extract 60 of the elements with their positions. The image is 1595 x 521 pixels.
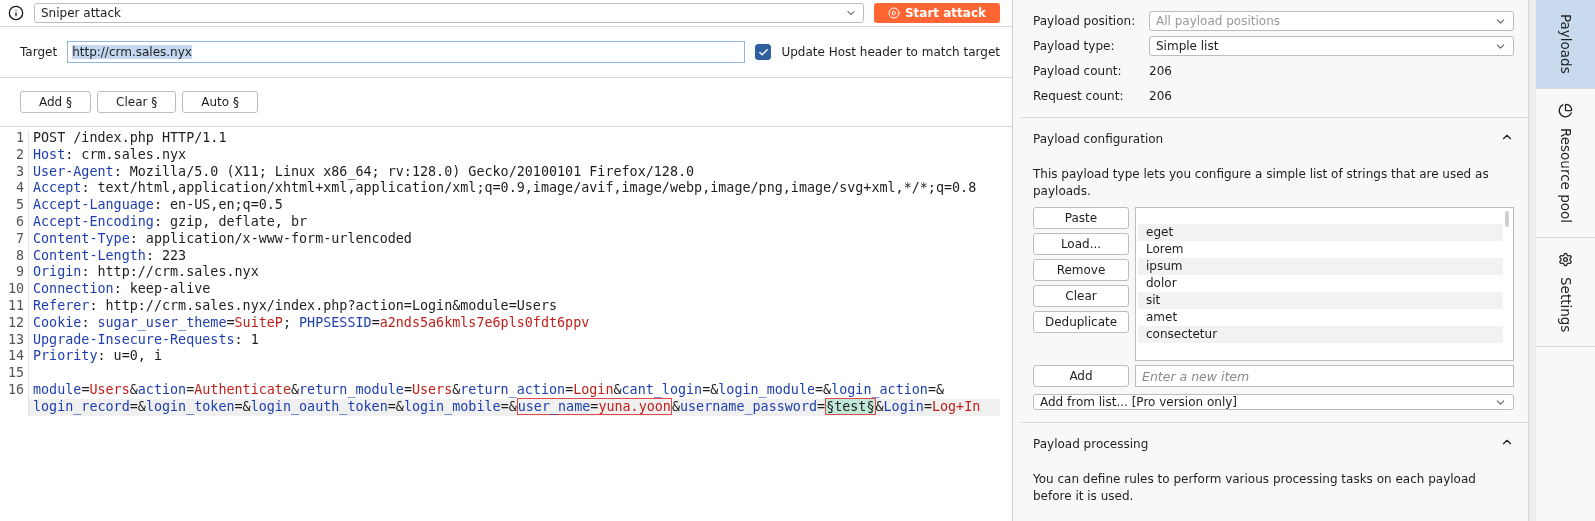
request-line-text: Upgrade-Insecure-Requests: 1 bbox=[32, 331, 259, 349]
update-host-label: Update Host header to match target bbox=[781, 45, 1000, 59]
section-title: Payload processing bbox=[1033, 436, 1149, 451]
scroll-thumb[interactable] bbox=[1505, 211, 1509, 227]
section-title: Payload configuration bbox=[1033, 131, 1164, 146]
field-label: Payload position: bbox=[1033, 14, 1137, 28]
request-line-text: Priority: u=0, i bbox=[32, 348, 162, 366]
scrollbar[interactable] bbox=[1529, 0, 1536, 521]
add-from-list-dropdown[interactable]: Add from list... [Pro version only] bbox=[1033, 394, 1514, 410]
request-line-text: Content-Type: application/x-www-form-urlencoded bbox=[32, 230, 412, 248]
target-label: Target bbox=[20, 45, 58, 59]
target-field[interactable]: http://crm.sales.nyx bbox=[67, 41, 746, 63]
request-line-text: Accept-Language: en-US,en;q=0.5 bbox=[32, 197, 283, 214]
pie-chart-icon bbox=[1558, 102, 1573, 118]
request-line-text: User-Agent: Mozilla/5.0 (X11; Linux x86_64; rv:128.0) Gecko/20100101 Firefox/128.0 bbox=[32, 163, 695, 181]
side-tab[interactable]: Resource pool bbox=[1536, 88, 1595, 238]
position-button[interactable]: Clear § bbox=[97, 91, 177, 113]
checkmark-icon bbox=[757, 46, 769, 58]
payload-item[interactable]: sit bbox=[1138, 292, 1503, 309]
info-icon[interactable] bbox=[8, 5, 24, 21]
request-line-text: Connection: keep-alive bbox=[32, 281, 211, 298]
payload-item[interactable]: eget bbox=[1138, 224, 1503, 241]
side-tab[interactable]: Payloads bbox=[1536, 0, 1595, 89]
payload-position-highlight: user_name=yuna.yoon bbox=[516, 397, 672, 415]
request-line-text: login_record=&login_token=&login_oauth_token=&login_mobile=&user_name=yuna.yoon&username_password=§test§&Login=Log+In bbox=[29, 398, 1000, 416]
new-item-field[interactable]: Enter a new item bbox=[1135, 365, 1514, 387]
list-button[interactable]: Load... bbox=[1033, 233, 1129, 255]
request-line-text: module=Users&action=Authenticate&return_module=Users&return_action=Login&cant_login=&login_module=&login_action=& bbox=[32, 381, 945, 399]
list-button[interactable]: Deduplicate bbox=[1033, 311, 1129, 333]
payload-dropdown[interactable]: Simple list bbox=[1149, 36, 1514, 56]
add-button[interactable]: Add bbox=[1033, 365, 1129, 387]
payload-list[interactable]: eget Lorem ipsum dolor sit amet consectetur bbox=[1135, 207, 1514, 361]
request-line-text: Origin: http://crm.sales.nyx bbox=[32, 264, 259, 282]
play-icon bbox=[887, 7, 900, 19]
field-label: Request count: bbox=[1033, 89, 1125, 103]
request-line-text: POST /index.php HTTP/1.1 bbox=[32, 130, 227, 147]
list-button[interactable]: Remove bbox=[1033, 259, 1129, 281]
position-button[interactable]: Add § bbox=[20, 91, 92, 113]
update-host-checkbox[interactable] bbox=[755, 44, 772, 60]
section-description: This payload type lets you configure a simple list of strings that are used as payloads. bbox=[1033, 166, 1490, 200]
request-line-text: Accept-Encoding: gzip, deflate, br bbox=[32, 214, 308, 231]
request-line-text: Host: crm.sales.nyx bbox=[32, 146, 187, 164]
field-value: 206 bbox=[1149, 64, 1172, 78]
field-value: 206 bbox=[1149, 89, 1172, 103]
request-line-text: Accept: text/html,application/xhtml+xml,application/xml;q=0.9,image/avif,image/webp,image/png,image/svg+xml,*/*;q=0.8 bbox=[32, 180, 977, 198]
field-label: Payload count: bbox=[1033, 64, 1123, 78]
section-description: You can define rules to perform various processing tasks on each payload before it is used. bbox=[1033, 471, 1477, 505]
list-button[interactable]: Clear bbox=[1033, 285, 1129, 307]
payload-position-highlight: §test§ bbox=[825, 397, 876, 415]
payload-item[interactable]: ipsum bbox=[1138, 258, 1503, 275]
side-tab[interactable]: Settings bbox=[1536, 237, 1595, 348]
field-label: Payload type: bbox=[1033, 39, 1116, 53]
request-line-text: Referer: http://crm.sales.nyx/index.php?action=Login&module=Users bbox=[32, 297, 558, 315]
settings-icon bbox=[1558, 251, 1573, 267]
list-button[interactable]: Paste bbox=[1033, 207, 1129, 229]
request-line-text: Cookie: sugar_user_theme=SuiteP; PHPSESSID=a2nds5a6kmls7e6pls0fdt6ppv bbox=[32, 314, 590, 332]
request-line-text: Content-Length: 223 bbox=[32, 247, 187, 265]
position-button[interactable]: Auto § bbox=[182, 91, 258, 113]
attack-type-dropdown[interactable]: Sniper attack bbox=[34, 3, 864, 23]
payload-item[interactable]: consectetur bbox=[1138, 326, 1503, 343]
